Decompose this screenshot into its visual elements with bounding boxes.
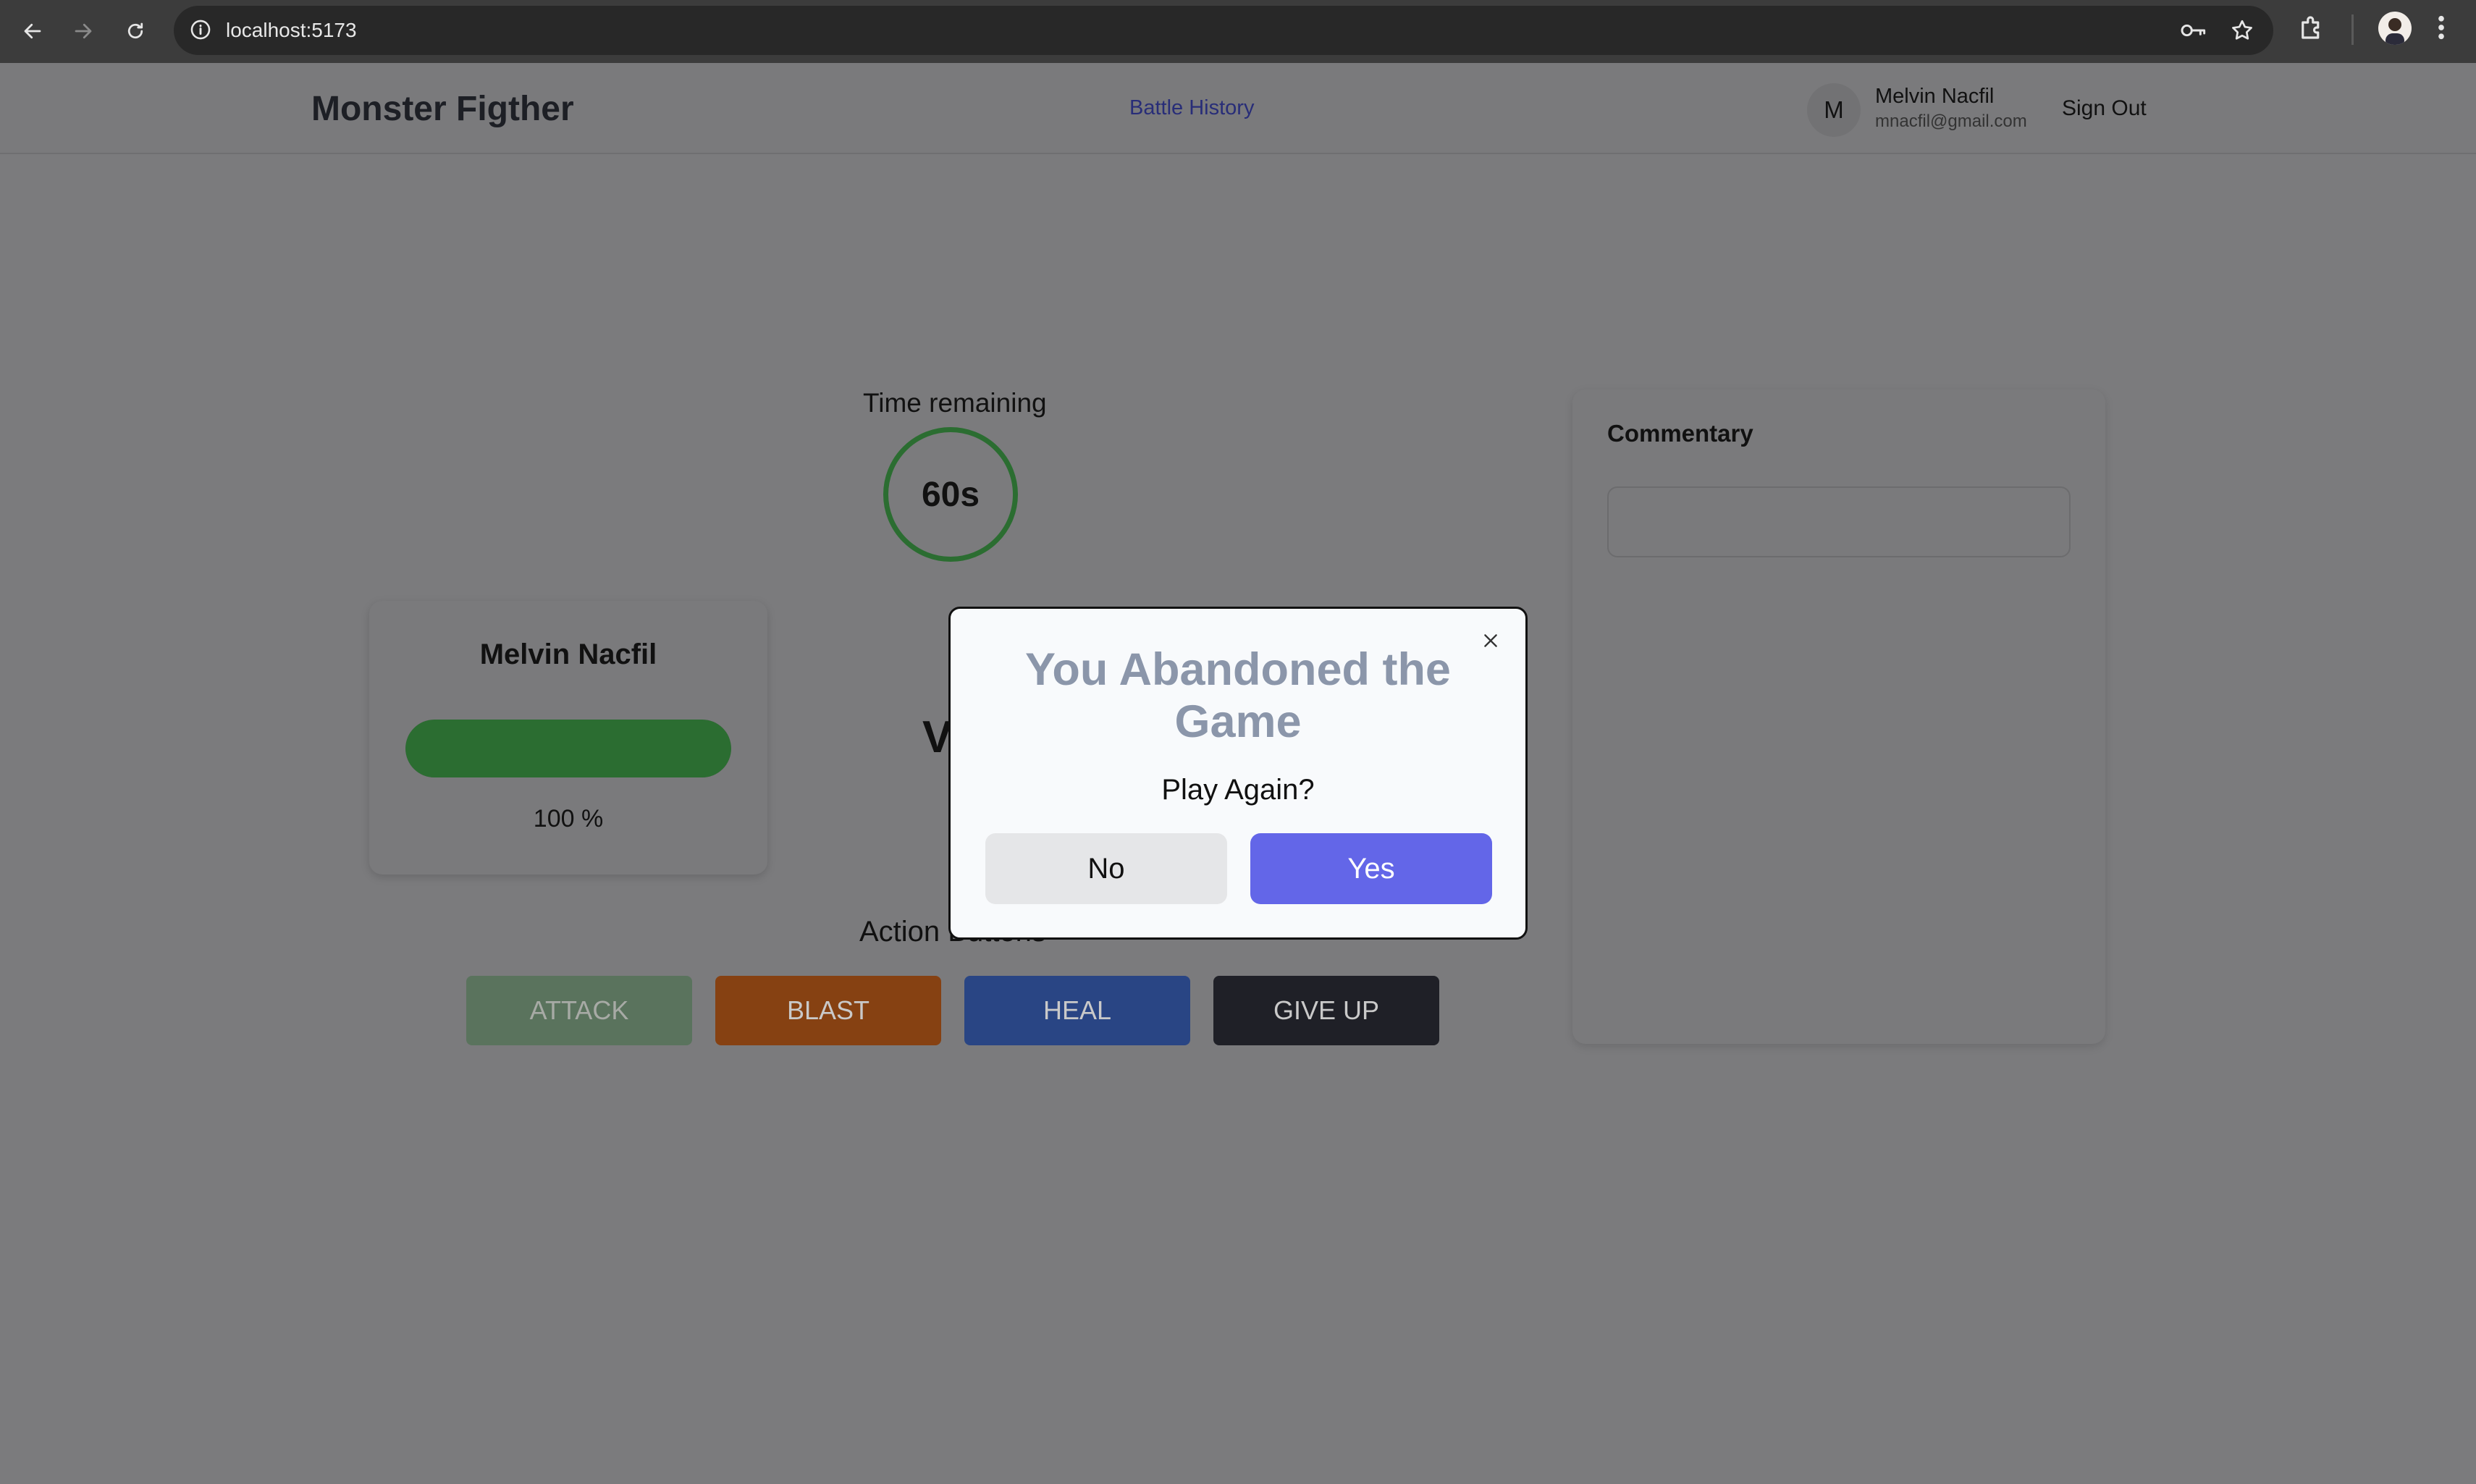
back-arrow-icon[interactable] [14,13,51,49]
heal-button[interactable]: HEAL [964,976,1190,1045]
site-info-icon[interactable] [188,17,213,46]
browser-toolbar: localhost:5173 [0,0,2476,63]
dialog-question: Play Again? [1161,774,1315,806]
forward-arrow-icon[interactable] [65,13,101,49]
password-key-icon[interactable] [2179,19,2208,46]
health-bar-fill [405,720,731,777]
toolbar-divider [2351,14,2354,45]
commentary-panel: Commentary [1572,389,2105,1044]
user-avatar[interactable]: M [1807,83,1861,137]
blast-button[interactable]: BLAST [715,976,941,1045]
no-button[interactable]: No [985,833,1227,904]
reload-icon[interactable] [117,13,153,49]
dialog-title: You Abandoned the Game [1025,644,1451,747]
kebab-menu-icon[interactable] [2433,12,2450,46]
health-bar [405,720,731,777]
commentary-log [1607,486,2071,557]
app-header: Monster Figther Battle History M Melvin … [0,63,2476,154]
give-up-button[interactable]: GIVE UP [1213,976,1439,1045]
player-name: Melvin Nacfil [479,638,657,670]
battle-history-link[interactable]: Battle History [1129,96,1254,120]
timer-label: Time remaining [863,388,1047,418]
sign-out-button[interactable]: Sign Out [2062,96,2147,121]
bookmark-star-icon[interactable] [2229,17,2255,47]
close-icon[interactable] [1476,626,1505,655]
timer-value: 60s [921,475,980,514]
user-name: Melvin Nacfil [1875,85,1995,108]
health-percent-text: 100 % [533,805,604,832]
url-text: localhost:5173 [226,19,357,41]
profile-avatar-icon[interactable] [2378,12,2412,45]
abandon-game-dialog: You Abandoned the Game Play Again? No Ye… [948,607,1528,940]
user-email: mnacfil@gmail.com [1875,111,2027,131]
yes-button[interactable]: Yes [1250,833,1492,904]
address-bar[interactable]: localhost:5173 [174,6,2273,55]
extensions-icon[interactable] [2296,12,2327,46]
countdown-timer: 60s [883,427,1018,562]
player-card: Melvin Nacfil 100 % [369,601,767,874]
commentary-title: Commentary [1607,420,1753,447]
app-brand[interactable]: Monster Figther [311,89,574,129]
attack-button[interactable]: ATTACK [466,976,692,1045]
